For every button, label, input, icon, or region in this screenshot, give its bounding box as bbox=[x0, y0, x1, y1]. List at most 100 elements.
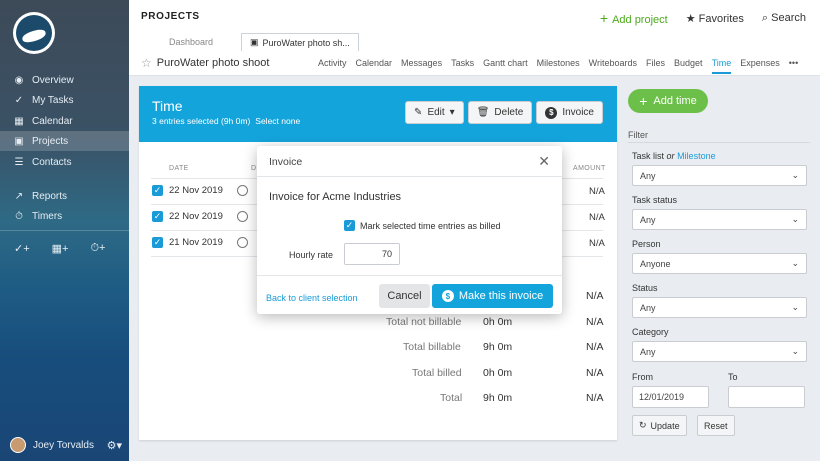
delete-button[interactable]: 🗑 Delete bbox=[467, 101, 533, 124]
sidebar-item-projects[interactable]: ▣ Projects bbox=[0, 131, 129, 151]
make-invoice-label: Make this invoice bbox=[458, 290, 544, 302]
reset-button[interactable]: Reset bbox=[697, 415, 735, 436]
total-not-billable-value: 0h 0m bbox=[483, 316, 513, 328]
tab-calendar[interactable]: Calendar bbox=[356, 58, 393, 74]
mark-billed-checkbox[interactable]: ✓ bbox=[344, 220, 355, 231]
row-checkbox[interactable]: ✓ bbox=[152, 185, 163, 196]
hourly-rate-input[interactable]: 70 bbox=[344, 243, 400, 265]
project-header: ☆ PuroWater photo shoot bbox=[141, 56, 269, 70]
task-status-value: Any bbox=[640, 214, 656, 225]
person-select[interactable]: Anyone ⌄ bbox=[632, 253, 807, 274]
status-select[interactable]: Any ⌄ bbox=[632, 297, 807, 318]
tab-milestones[interactable]: Milestones bbox=[537, 58, 580, 74]
update-button[interactable]: ↻ Update bbox=[632, 415, 687, 436]
sidebar-item-contacts[interactable]: ☰ Contacts bbox=[0, 152, 129, 172]
user-menu[interactable]: Joey Torvalds ⚙▾ bbox=[10, 437, 122, 453]
total-label: Total bbox=[440, 392, 463, 404]
sidebar-item-overview[interactable]: ◉ Overview bbox=[0, 70, 129, 90]
total-billable-amount: N/A bbox=[586, 341, 604, 353]
gear-icon[interactable]: ⚙▾ bbox=[107, 439, 122, 452]
top-actions: + Add project ★ Favorites ⌕ Search bbox=[600, 10, 806, 26]
row-checkbox[interactable]: ✓ bbox=[152, 237, 163, 248]
clock-icon bbox=[236, 211, 248, 222]
edit-button[interactable]: ✎ Edit ▾ bbox=[405, 101, 464, 124]
select-none-link[interactable]: Select none bbox=[255, 116, 300, 126]
task-status-select[interactable]: Any ⌄ bbox=[632, 209, 807, 230]
close-icon[interactable]: ✕ bbox=[538, 153, 550, 170]
page-title: PROJECTS bbox=[141, 11, 200, 22]
favorite-star-icon[interactable]: ☆ bbox=[141, 56, 152, 70]
to-date-input[interactable] bbox=[728, 386, 805, 408]
tab-writeboards[interactable]: Writeboards bbox=[589, 58, 637, 74]
chevron-down-icon: ⌄ bbox=[791, 302, 799, 312]
dialog-title: Invoice bbox=[269, 156, 303, 168]
selection-summary: 3 entries selected (9h 0m) Select none bbox=[152, 116, 300, 126]
tab-budget[interactable]: Budget bbox=[674, 58, 703, 74]
chevron-down-icon: ⌄ bbox=[791, 346, 799, 356]
total-billed-amount: N/A bbox=[586, 367, 604, 379]
favorites-button[interactable]: ★ Favorites bbox=[686, 12, 744, 25]
tab-dashboard[interactable]: Dashboard bbox=[141, 33, 241, 51]
make-invoice-button[interactable]: $ Make this invoice bbox=[432, 284, 553, 308]
table-row[interactable]: ✓ 22 Nov 2019 Pł bbox=[152, 211, 269, 222]
search-button[interactable]: ⌕ Search bbox=[762, 12, 806, 25]
quick-add-task-icon[interactable]: ✓+ bbox=[14, 242, 30, 255]
quick-add-event-icon[interactable]: ▦+ bbox=[52, 242, 69, 255]
person-value: Anyone bbox=[640, 258, 671, 269]
table-row[interactable]: ✓ 21 Nov 2019 Sł bbox=[152, 237, 269, 248]
tab-gantt-chart[interactable]: Gantt chart bbox=[483, 58, 528, 74]
total-billable-value: 9h 0m bbox=[483, 341, 513, 353]
row-date: 21 Nov 2019 bbox=[169, 237, 223, 248]
person-label: Person bbox=[632, 239, 661, 249]
column-date: DATE bbox=[169, 165, 189, 172]
task-list-text: Task list bbox=[632, 151, 665, 161]
task-list-select[interactable]: Any ⌄ bbox=[632, 165, 807, 186]
task-status-label: Task status bbox=[632, 195, 678, 205]
quick-add-timer-icon[interactable]: ⏱+ bbox=[90, 242, 105, 255]
table-row[interactable]: ✓ 22 Nov 2019 Pr bbox=[152, 185, 270, 196]
total-billed-value: 0h 0m bbox=[483, 367, 513, 379]
sidebar-item-timers[interactable]: ⏱ Timers bbox=[0, 206, 129, 226]
sidebar-item-label: Overview bbox=[32, 74, 74, 86]
user-name: Joey Torvalds bbox=[33, 439, 94, 451]
milestone-link[interactable]: Milestone bbox=[677, 151, 716, 161]
check-icon: ✓ bbox=[14, 94, 24, 106]
tab-time[interactable]: Time bbox=[711, 58, 732, 74]
calendar-icon: ▦ bbox=[14, 115, 24, 127]
row-checkbox[interactable]: ✓ bbox=[152, 211, 163, 222]
to-label: To bbox=[728, 372, 738, 382]
sidebar-item-calendar[interactable]: ▦ Calendar bbox=[0, 111, 129, 131]
dialog-header: Invoice ✕ bbox=[257, 146, 562, 177]
mark-billed-option[interactable]: ✓ Mark selected time entries as billed bbox=[344, 220, 501, 231]
more-tabs-button[interactable]: ••• bbox=[789, 58, 798, 74]
project-subnav: Activity Calendar Messages Tasks Gantt c… bbox=[318, 58, 798, 74]
add-time-label: Add time bbox=[653, 95, 697, 107]
project-name: PuroWater photo shoot bbox=[156, 57, 270, 69]
total-amount: N/A bbox=[586, 392, 604, 404]
from-date-input[interactable]: 12/01/2019 bbox=[632, 386, 709, 408]
eye-icon: ◉ bbox=[14, 74, 24, 86]
tab-messages[interactable]: Messages bbox=[401, 58, 442, 74]
add-project-button[interactable]: + Add project bbox=[600, 10, 668, 26]
cancel-button[interactable]: Cancel bbox=[379, 284, 430, 308]
delete-label: Delete bbox=[494, 107, 524, 118]
chevron-down-icon: ⌄ bbox=[791, 214, 799, 224]
column-amount: AMOUNT bbox=[573, 165, 606, 172]
sidebar-divider bbox=[0, 230, 129, 231]
tab-files[interactable]: Files bbox=[646, 58, 665, 74]
add-time-button[interactable]: + Add time bbox=[628, 89, 708, 113]
category-select[interactable]: Any ⌄ bbox=[632, 341, 807, 362]
dialog-footer-divider bbox=[257, 275, 562, 276]
sidebar-item-reports[interactable]: ↗ Reports bbox=[0, 186, 129, 206]
update-label: Update bbox=[650, 420, 680, 431]
total-not-billable-label: Total not billable bbox=[386, 316, 462, 328]
app-logo[interactable] bbox=[13, 12, 55, 54]
tab-expenses[interactable]: Expenses bbox=[740, 58, 780, 74]
row-date: 22 Nov 2019 bbox=[169, 185, 223, 196]
invoice-button[interactable]: $ Invoice bbox=[536, 101, 603, 124]
tab-activity[interactable]: Activity bbox=[318, 58, 347, 74]
tab-tasks[interactable]: Tasks bbox=[451, 58, 474, 74]
tab-project[interactable]: ▣ PuroWater photo sh... bbox=[241, 33, 359, 51]
back-to-client-link[interactable]: Back to client selection bbox=[266, 293, 358, 303]
sidebar-item-my-tasks[interactable]: ✓ My Tasks bbox=[0, 90, 129, 110]
